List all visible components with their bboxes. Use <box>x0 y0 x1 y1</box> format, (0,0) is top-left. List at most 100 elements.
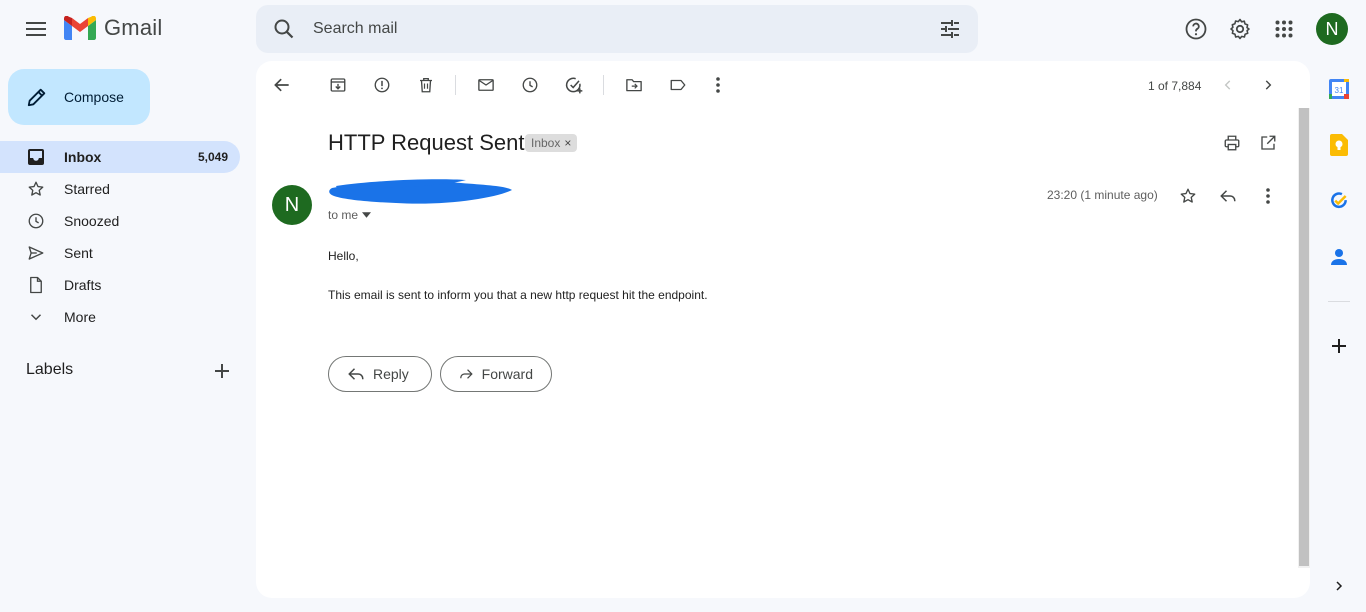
sidebar-item-inbox[interactable]: Inbox 5,049 <box>0 141 240 173</box>
mark-unread-button[interactable] <box>474 73 498 97</box>
sidebar-item-label: Starred <box>64 181 110 197</box>
rail-divider <box>1328 301 1350 302</box>
plus-icon <box>215 364 229 378</box>
move-to-button[interactable] <box>622 73 646 97</box>
contacts-icon <box>1331 249 1347 265</box>
reply-button[interactable]: Reply <box>328 356 432 392</box>
sidebar-item-label: Inbox <box>64 149 102 165</box>
more-vert-icon <box>1266 188 1270 204</box>
message-more-button[interactable] <box>1256 184 1280 208</box>
sidebar-item-starred[interactable]: Starred <box>0 173 240 205</box>
compose-label: Compose <box>64 89 124 105</box>
keep-icon <box>1330 134 1348 156</box>
newer-button[interactable] <box>1216 73 1240 97</box>
calendar-icon: 31 <box>1329 79 1349 99</box>
search-bar[interactable] <box>256 5 978 53</box>
chevron-right-icon <box>1336 581 1343 591</box>
toolbar-divider <box>603 75 604 95</box>
back-button[interactable] <box>270 73 294 97</box>
compose-button[interactable]: Compose <box>8 69 150 125</box>
keep-app-button[interactable] <box>1326 132 1352 158</box>
hamburger-icon <box>26 22 46 36</box>
star-outline-icon <box>1180 188 1196 203</box>
remove-label-icon[interactable]: × <box>564 136 571 150</box>
reply-icon-button[interactable] <box>1216 184 1240 208</box>
archive-button[interactable] <box>326 73 350 97</box>
add-task-icon <box>565 77 583 94</box>
main-menu-button[interactable] <box>20 13 52 45</box>
sidebar-item-label: Snoozed <box>64 213 120 229</box>
snooze-clock-icon <box>522 77 538 93</box>
report-spam-icon <box>374 77 390 93</box>
sidebar-item-label: More <box>64 309 96 325</box>
search-icon[interactable] <box>272 17 296 41</box>
reply-icon <box>348 368 364 380</box>
trash-icon <box>420 77 432 93</box>
more-actions-button[interactable] <box>706 73 730 97</box>
tasks-app-button[interactable] <box>1326 188 1352 214</box>
search-input[interactable] <box>313 20 930 38</box>
email-subject: HTTP Request Sent <box>328 130 525 155</box>
tasks-icon <box>1331 192 1347 209</box>
scrollbar-thumb[interactable] <box>1299 108 1309 566</box>
get-addons-button[interactable] <box>1326 333 1352 359</box>
apps-grid-icon <box>1275 20 1293 38</box>
star-icon <box>26 179 46 199</box>
recipient-details[interactable]: to me <box>328 208 372 222</box>
draft-icon <box>26 275 46 295</box>
sidebar-item-snoozed[interactable]: Snoozed <box>0 205 240 237</box>
open-new-window-button[interactable] <box>1256 131 1280 155</box>
app-name: Gmail <box>104 15 163 40</box>
envelope-icon <box>478 79 494 91</box>
sidebar-item-label: Drafts <box>64 277 102 293</box>
search-options-icon[interactable] <box>938 17 962 41</box>
back-arrow-icon <box>274 78 289 92</box>
create-label-button[interactable] <box>210 359 234 383</box>
apps-button[interactable] <box>1271 16 1297 42</box>
add-icon <box>1332 339 1346 353</box>
inbox-icon <box>26 147 46 167</box>
delete-button[interactable] <box>414 73 438 97</box>
calendar-app-button[interactable]: 31 <box>1326 76 1352 102</box>
report-spam-button[interactable] <box>370 73 394 97</box>
archive-icon <box>330 78 346 92</box>
chevron-left-icon <box>1224 80 1231 90</box>
gmail-m-icon <box>64 16 96 40</box>
more-vert-icon <box>716 77 720 93</box>
sidebar-item-label: Sent <box>64 245 93 261</box>
forward-label: Forward <box>481 366 533 382</box>
send-icon <box>26 243 46 263</box>
snooze-button[interactable] <box>518 73 542 97</box>
pencil-icon <box>27 88 46 107</box>
contacts-app-button[interactable] <box>1326 244 1352 270</box>
pagination-count: 1 of 7,884 <box>1148 79 1202 93</box>
star-button[interactable] <box>1176 184 1200 208</box>
account-avatar[interactable]: N <box>1316 13 1348 45</box>
labels-button[interactable] <box>666 73 690 97</box>
help-icon <box>1185 18 1207 40</box>
forward-icon <box>460 369 473 379</box>
sidebar-item-more[interactable]: More <box>0 301 240 333</box>
sender-avatar[interactable]: N <box>272 185 312 225</box>
label-icon <box>670 79 686 91</box>
older-button[interactable] <box>1256 73 1280 97</box>
labels-heading: Labels <box>26 361 74 378</box>
chevron-down-icon <box>26 307 46 327</box>
forward-button[interactable]: Forward <box>440 356 552 392</box>
svg-text:31: 31 <box>1335 86 1344 95</box>
settings-button[interactable] <box>1227 16 1253 42</box>
redacted-sender-name <box>329 179 512 204</box>
email-body: This email is sent to inform you that a … <box>328 288 708 302</box>
add-to-tasks-button[interactable] <box>562 73 586 97</box>
print-button[interactable] <box>1220 131 1244 155</box>
label-chip[interactable]: Inbox × <box>525 134 578 152</box>
support-button[interactable] <box>1183 16 1209 42</box>
sidebar-item-sent[interactable]: Sent <box>0 237 240 269</box>
sidebar-item-drafts[interactable]: Drafts <box>0 269 240 301</box>
toolbar-divider <box>455 75 456 95</box>
email-greeting: Hello, <box>328 249 359 263</box>
show-side-panel-button[interactable] <box>1326 573 1352 599</box>
print-icon <box>1224 135 1240 151</box>
gmail-logo[interactable]: Gmail <box>64 15 162 41</box>
open-in-new-icon <box>1261 135 1276 150</box>
